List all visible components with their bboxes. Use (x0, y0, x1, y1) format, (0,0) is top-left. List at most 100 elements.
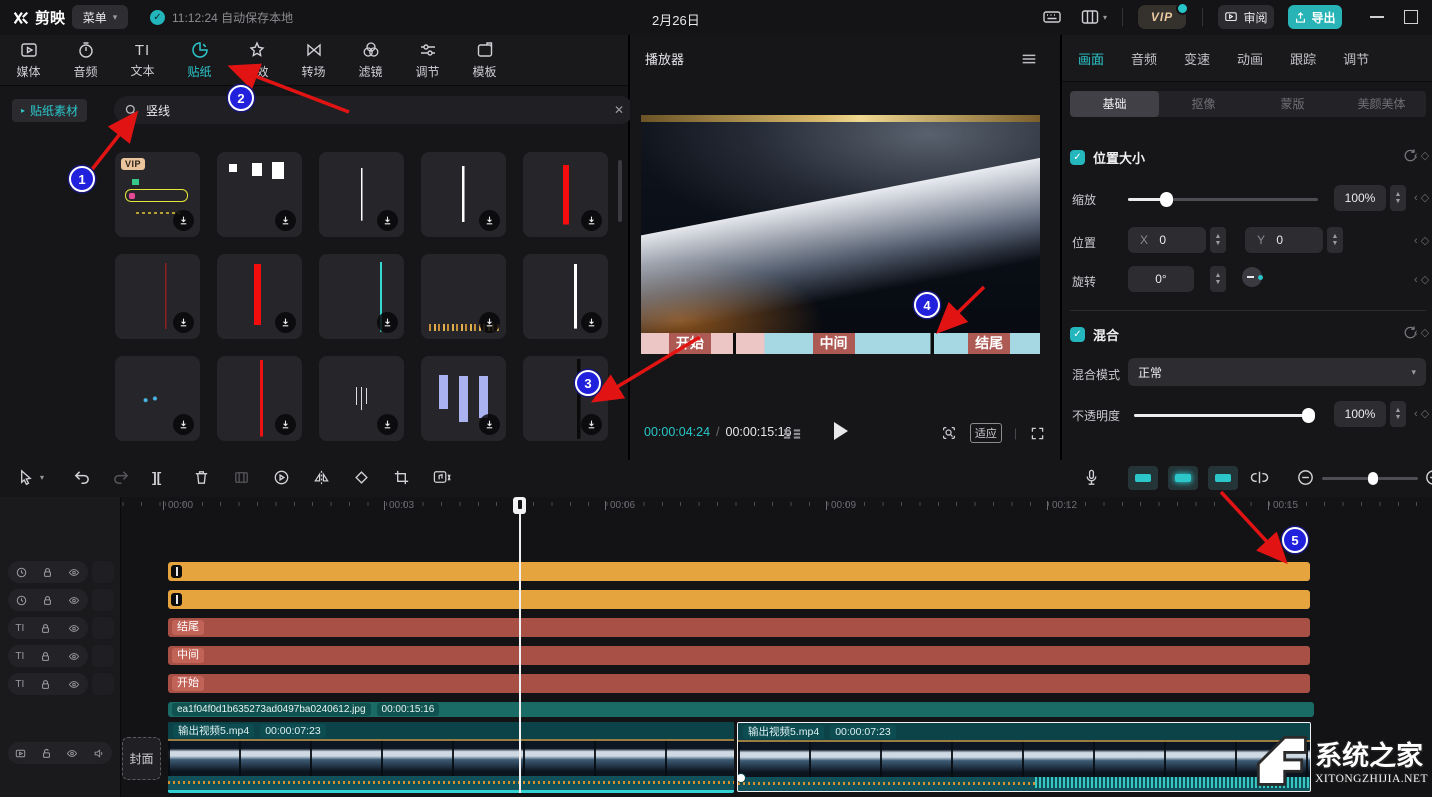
scale-slider[interactable] (1128, 192, 1318, 207)
keyframe-icon[interactable]: ‹ ◇ (1414, 234, 1432, 247)
rotate-icon[interactable] (352, 468, 371, 487)
tab-filters[interactable]: 滤镜 (342, 35, 399, 85)
fit-button[interactable]: 适应 (969, 423, 1002, 443)
mirror-icon[interactable] (312, 468, 331, 487)
play-button[interactable] (834, 422, 848, 440)
video-clip-2-selected[interactable]: 输出视频5.mp4 00:00:07:23 (737, 722, 1311, 792)
zoom-out-icon[interactable] (1296, 468, 1315, 487)
opacity-slider[interactable] (1134, 408, 1315, 423)
magnetic-timeline-toggle[interactable] (1168, 466, 1198, 490)
tab-adjust-props[interactable]: 调节 (1343, 49, 1369, 68)
tab-picture[interactable]: 画面 (1078, 49, 1104, 68)
sticker-item[interactable] (421, 152, 506, 237)
sticker-category-item[interactable]: ▸ 贴纸素材 (12, 99, 88, 122)
keyframe-icon[interactable]: ‹ ◇ (1414, 191, 1432, 204)
lock-icon[interactable] (39, 622, 52, 635)
opacity-value[interactable]: 100% (1334, 401, 1386, 427)
clear-search-icon[interactable]: ✕ (614, 103, 624, 117)
split-icon[interactable]: ][ (152, 469, 161, 485)
text-clip-end[interactable]: 结尾 (168, 618, 1310, 637)
eye-icon[interactable] (67, 678, 81, 691)
sticker-item[interactable] (217, 254, 302, 339)
download-icon[interactable] (377, 312, 398, 333)
download-icon[interactable] (479, 414, 500, 435)
position-y-field[interactable]: Y 0 (1245, 227, 1323, 253)
tab-tracking[interactable]: 跟踪 (1290, 49, 1316, 68)
subtab-cutout[interactable]: 抠像 (1159, 91, 1248, 117)
lock-icon[interactable] (39, 650, 52, 663)
playhead-line[interactable] (519, 497, 521, 793)
subtab-mask[interactable]: 蒙版 (1248, 91, 1337, 117)
scale-stepper[interactable]: ▲ ▼ (1390, 185, 1406, 211)
redo-icon[interactable] (112, 468, 131, 487)
menu-button[interactable]: 菜单 ▾ (72, 5, 128, 29)
select-cursor-icon[interactable] (16, 468, 35, 487)
video-clip-1[interactable]: 输出视频5.mp4 00:00:07:23 (168, 722, 734, 793)
download-icon[interactable] (275, 210, 296, 231)
lock-icon[interactable] (40, 747, 53, 760)
lock-icon[interactable] (41, 594, 54, 607)
track-toggle[interactable] (92, 589, 114, 611)
link-clips-toggle[interactable] (1208, 466, 1238, 490)
eye-icon[interactable] (67, 566, 81, 579)
track-toggle[interactable] (92, 645, 114, 667)
auto-snap-toggle[interactable] (1128, 466, 1158, 490)
lock-icon[interactable] (39, 678, 52, 691)
sticker-item[interactable] (523, 356, 608, 441)
tab-audio-props[interactable]: 音频 (1131, 49, 1157, 68)
clock-icon[interactable] (15, 566, 28, 579)
tab-media[interactable]: 媒体 (0, 35, 57, 85)
speaker-icon[interactable] (92, 747, 106, 760)
keyframe-icon[interactable]: ‹ ◇ (1414, 149, 1432, 162)
review-button[interactable]: 审阅 (1218, 5, 1274, 29)
tab-text[interactable]: TI 文本 (114, 35, 171, 85)
sticker-item[interactable]: VIP (115, 152, 200, 237)
shortcut-keyboard-icon[interactable] (1042, 7, 1062, 27)
sticker-item[interactable] (217, 152, 302, 237)
lock-icon[interactable] (41, 566, 54, 579)
preview-quality-icon[interactable] (940, 424, 958, 442)
search-bar[interactable]: ✕ (114, 96, 634, 124)
freeze-frame-icon[interactable] (232, 468, 251, 487)
tab-sticker[interactable]: 贴纸 (171, 35, 228, 85)
opacity-stepper[interactable]: ▲ ▼ (1390, 401, 1406, 427)
extract-audio-icon[interactable] (432, 468, 452, 487)
tab-adjust[interactable]: 调节 (399, 35, 456, 85)
search-input[interactable] (144, 102, 608, 118)
rotate-dial[interactable] (1242, 267, 1263, 287)
download-icon[interactable] (581, 210, 602, 231)
keyframe-icon[interactable]: ‹ ◇ (1414, 273, 1432, 286)
layout-panels-icon[interactable] (1080, 7, 1100, 27)
download-icon[interactable] (275, 312, 296, 333)
download-icon[interactable] (479, 210, 500, 231)
image-clip[interactable]: ea1f04f0d1b635273ad0497ba0240612.jpg 00:… (168, 702, 1314, 717)
blend-checkbox[interactable]: ✓ (1070, 327, 1085, 342)
track-toggle[interactable] (92, 617, 114, 639)
position-x-field[interactable]: X 0 (1128, 227, 1206, 253)
download-icon[interactable] (377, 414, 398, 435)
track-toggle[interactable] (92, 673, 114, 695)
y-stepper[interactable]: ▲ ▼ (1327, 227, 1343, 253)
overlay-label-end[interactable]: 结尾 (968, 333, 1011, 354)
text-clip-start[interactable]: 开始 (168, 674, 1310, 693)
track-toggle[interactable] (92, 561, 114, 583)
eye-icon[interactable] (67, 650, 81, 663)
vip-badge[interactable]: VIP (1138, 2, 1189, 29)
sticker-item[interactable] (523, 254, 608, 339)
video-preview[interactable]: 开始 中间 结尾 (641, 115, 1040, 354)
sticker-item[interactable] (319, 254, 404, 339)
sticker-item[interactable] (115, 254, 200, 339)
download-icon[interactable] (275, 414, 296, 435)
sticker-item[interactable] (421, 254, 506, 339)
eye-icon[interactable] (65, 747, 79, 760)
keyframe-icon[interactable]: ‹ ◇ (1414, 326, 1432, 339)
keyframe-icon[interactable]: ‹ ◇ (1414, 407, 1432, 420)
layout-chevron-icon[interactable]: ▾ (1103, 13, 1107, 22)
delete-icon[interactable] (192, 468, 211, 487)
sticker-item[interactable] (319, 356, 404, 441)
cursor-chevron-icon[interactable]: ▾ (40, 473, 44, 482)
sticker-clip[interactable] (168, 562, 1310, 581)
tab-audio[interactable]: 音频 (57, 35, 114, 85)
download-icon[interactable] (173, 414, 194, 435)
overlay-label-start[interactable]: 开始 (668, 333, 711, 354)
